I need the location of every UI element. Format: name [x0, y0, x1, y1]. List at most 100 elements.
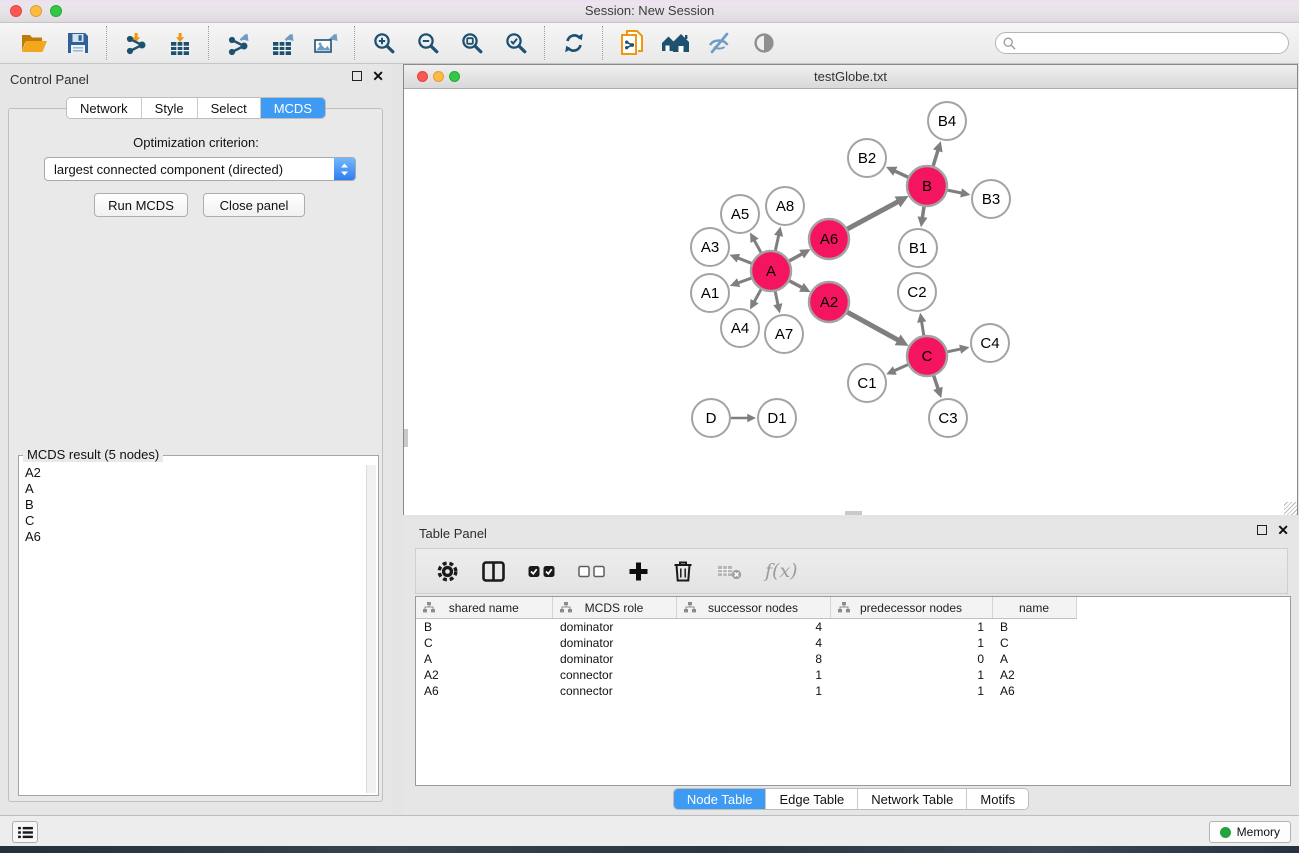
tab-mcds[interactable]: MCDS: [261, 98, 325, 118]
columns-icon[interactable]: [482, 561, 505, 582]
column-header-shared-name[interactable]: shared name: [416, 597, 552, 619]
network-vertical-scrollbar[interactable]: [404, 429, 408, 447]
zoom-fit-icon[interactable]: [453, 26, 491, 60]
edge-C-C2[interactable]: [922, 321, 924, 336]
close-panel-button[interactable]: Close panel: [203, 193, 305, 217]
edge-A2-C[interactable]: [847, 312, 899, 341]
edge-C-C1[interactable]: [894, 364, 909, 371]
zoom-in-icon[interactable]: [365, 26, 403, 60]
table-cell[interactable]: B: [992, 619, 1076, 636]
edge-B-B1[interactable]: [922, 206, 924, 218]
import-table-icon[interactable]: [161, 26, 199, 60]
network-window-titlebar[interactable]: testGlobe.txt: [404, 65, 1297, 89]
home-icon[interactable]: [657, 26, 695, 60]
result-item[interactable]: A: [21, 481, 366, 497]
show-panel-icon[interactable]: [745, 26, 783, 60]
result-item[interactable]: A6: [21, 529, 366, 545]
edge-A-A5[interactable]: [754, 240, 761, 254]
table-close-panel-icon[interactable]: ✕: [1277, 525, 1289, 535]
export-network-icon[interactable]: [219, 26, 257, 60]
table-cell[interactable]: A: [992, 651, 1076, 667]
node-A2[interactable]: A2: [809, 282, 849, 322]
node-C1[interactable]: C1: [848, 364, 886, 402]
table-tab-edge-table[interactable]: Edge Table: [766, 789, 858, 809]
result-item[interactable]: C: [21, 513, 366, 529]
task-history-button[interactable]: [12, 821, 38, 843]
node-D1[interactable]: D1: [758, 399, 796, 437]
node-D[interactable]: D: [692, 399, 730, 437]
node-C2[interactable]: C2: [898, 273, 936, 311]
table-cell[interactable]: A: [416, 651, 552, 667]
table-cell[interactable]: 1: [830, 683, 992, 699]
table-cell[interactable]: dominator: [552, 651, 676, 667]
table-cell[interactable]: connector: [552, 683, 676, 699]
export-image-icon[interactable]: [307, 26, 345, 60]
node-C[interactable]: C: [907, 336, 947, 376]
table-tab-motifs[interactable]: Motifs: [967, 789, 1028, 809]
edge-A-A8[interactable]: [775, 235, 779, 252]
result-item[interactable]: B: [21, 497, 366, 513]
select-all-icon[interactable]: [528, 565, 555, 578]
node-B1[interactable]: B1: [899, 229, 937, 267]
memory-button[interactable]: Memory: [1209, 821, 1291, 843]
table-cell[interactable]: 1: [676, 667, 830, 683]
table-cell[interactable]: A6: [416, 683, 552, 699]
node-B3[interactable]: B3: [972, 180, 1010, 218]
table-row[interactable]: A6connector11A6: [416, 683, 1076, 699]
search-input[interactable]: [1020, 35, 1288, 51]
table-cell[interactable]: 4: [676, 619, 830, 636]
edge-A-A7[interactable]: [775, 291, 778, 306]
hide-panel-icon[interactable]: [701, 26, 739, 60]
node-B[interactable]: B: [907, 166, 947, 206]
duplicate-network-icon[interactable]: [613, 26, 651, 60]
table-tab-node-table[interactable]: Node Table: [674, 789, 767, 809]
table-cell[interactable]: 0: [830, 651, 992, 667]
open-folder-icon[interactable]: [15, 26, 53, 60]
edge-A-A4[interactable]: [754, 289, 761, 303]
edge-A-A1[interactable]: [738, 278, 752, 283]
result-scrollbar[interactable]: [366, 465, 376, 793]
import-network-icon[interactable]: [117, 26, 155, 60]
table-cell[interactable]: A2: [992, 667, 1076, 683]
table-cell[interactable]: C: [992, 635, 1076, 651]
export-table-icon[interactable]: [263, 26, 301, 60]
result-item[interactable]: A2: [21, 465, 366, 481]
table-cell[interactable]: 8: [676, 651, 830, 667]
table-row[interactable]: Adominator80A: [416, 651, 1076, 667]
save-icon[interactable]: [59, 26, 97, 60]
table-row[interactable]: Bdominator41B: [416, 619, 1076, 636]
delete-table-icon[interactable]: [717, 563, 742, 580]
edge-A-A3[interactable]: [737, 258, 752, 264]
table-cell[interactable]: connector: [552, 667, 676, 683]
deselect-all-icon[interactable]: [578, 565, 605, 578]
close-panel-icon[interactable]: ✕: [372, 71, 384, 81]
column-header-successor-nodes[interactable]: successor nodes: [676, 597, 830, 619]
dropdown-stepper-icon[interactable]: [334, 158, 355, 180]
tab-style[interactable]: Style: [142, 98, 198, 118]
node-table[interactable]: shared nameMCDS rolesuccessor nodesprede…: [415, 596, 1291, 786]
table-cell[interactable]: A2: [416, 667, 552, 683]
add-column-icon[interactable]: [628, 561, 649, 582]
table-row[interactable]: Cdominator41C: [416, 635, 1076, 651]
network-canvas[interactable]: B4B2BB3A8A5A6A3B1AC2A1A2A4A7C4CC1C3DD1: [404, 89, 1297, 515]
node-A5[interactable]: A5: [721, 195, 759, 233]
node-A3[interactable]: A3: [691, 228, 729, 266]
node-A4[interactable]: A4: [721, 309, 759, 347]
zoom-selected-icon[interactable]: [497, 26, 535, 60]
table-cell[interactable]: A6: [992, 683, 1076, 699]
edge-A6-B[interactable]: [847, 201, 899, 229]
run-mcds-button[interactable]: Run MCDS: [94, 193, 188, 217]
node-A8[interactable]: A8: [766, 187, 804, 225]
refresh-icon[interactable]: [555, 26, 593, 60]
table-tab-network-table[interactable]: Network Table: [858, 789, 967, 809]
table-row[interactable]: A2connector11A2: [416, 667, 1076, 683]
delete-column-icon[interactable]: [672, 560, 694, 583]
edge-A-A6[interactable]: [789, 254, 803, 262]
network-resize-grip[interactable]: [1284, 502, 1297, 515]
search-box[interactable]: [995, 32, 1289, 54]
criterion-dropdown[interactable]: largest connected component (directed): [44, 157, 356, 181]
node-C3[interactable]: C3: [929, 399, 967, 437]
zoom-out-icon[interactable]: [409, 26, 447, 60]
table-cell[interactable]: 1: [830, 619, 992, 636]
table-cell[interactable]: C: [416, 635, 552, 651]
